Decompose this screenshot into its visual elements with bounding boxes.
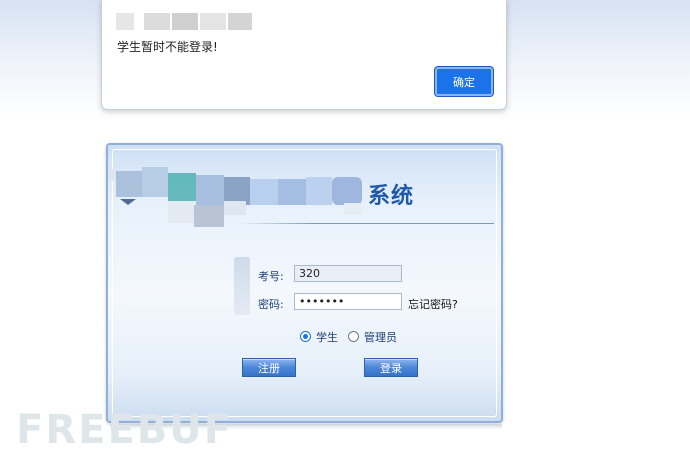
role-admin-label: 管理员	[364, 331, 397, 344]
title-divider	[238, 223, 494, 224]
forgot-password-link[interactable]: 忘记密码?	[408, 296, 458, 312]
alert-origin-redacted	[116, 13, 252, 30]
redacted-logo	[108, 167, 362, 227]
password-input[interactable]: •••••••	[294, 293, 402, 310]
exam-number-input[interactable]: 320	[294, 265, 402, 282]
system-title: 系统	[368, 183, 415, 209]
role-admin-radio[interactable]	[348, 331, 359, 342]
login-panel: 系统 考号: 320 密码: ••••••• 忘记密码? 学生 管理员 注册 登…	[106, 143, 503, 423]
role-student-radio[interactable]	[300, 331, 311, 342]
password-label: 密码:	[258, 298, 284, 311]
ok-button[interactable]: 确定	[435, 67, 493, 96]
login-button[interactable]: 登录	[364, 358, 418, 377]
redacted-avatar	[234, 257, 250, 315]
freebuf-watermark: FREEBUF	[16, 407, 234, 453]
role-student-label: 学生	[316, 331, 338, 344]
register-button[interactable]: 注册	[242, 358, 296, 377]
alert-dialog: 学生暂时不能登录! 确定	[101, 0, 507, 110]
exam-number-label: 考号:	[258, 270, 284, 283]
alert-message: 学生暂时不能登录!	[117, 40, 218, 54]
